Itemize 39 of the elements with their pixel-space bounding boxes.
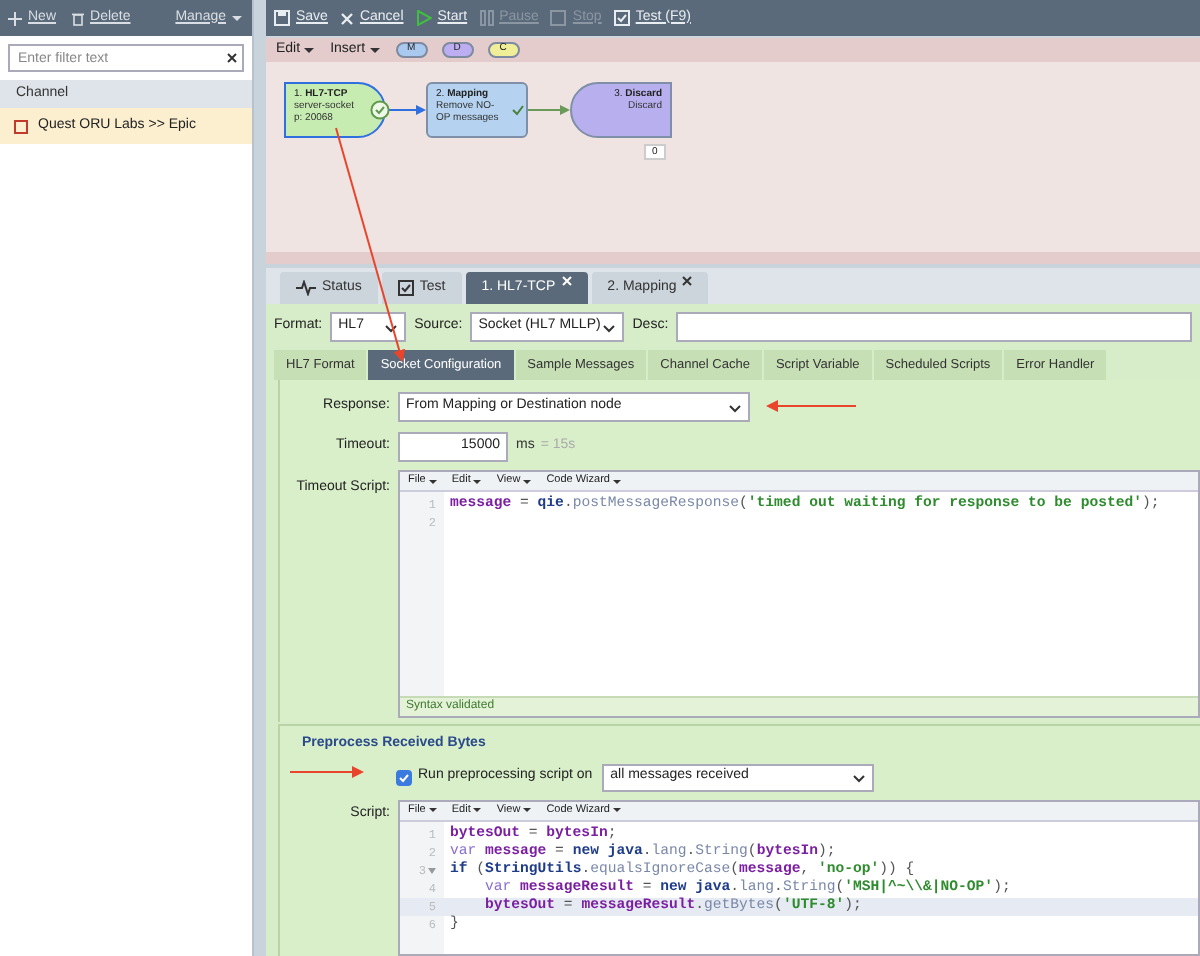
caret-icon — [522, 806, 533, 814]
checkbox-icon — [397, 280, 414, 296]
play-icon — [415, 10, 432, 26]
caret-icon — [302, 44, 317, 56]
check-icon — [512, 104, 524, 116]
caret-icon — [427, 477, 438, 485]
pause-icon — [479, 10, 494, 26]
caret-icon — [611, 806, 622, 814]
annotation-arrow — [289, 766, 364, 778]
caret-icon — [611, 477, 622, 485]
caret-icon — [522, 477, 533, 485]
caret-icon — [852, 771, 867, 783]
caret-icon — [367, 44, 382, 56]
caret-icon — [230, 12, 244, 24]
connector-arrow — [385, 105, 426, 115]
caret-icon — [472, 806, 483, 814]
fold-icon[interactable] — [428, 867, 436, 873]
check-icon — [370, 100, 390, 120]
description-field[interactable] — [676, 312, 1192, 342]
caret-icon — [384, 321, 399, 333]
clear-icon[interactable] — [226, 52, 238, 64]
trash-icon — [72, 11, 85, 25]
caret-icon — [472, 477, 483, 485]
plus-icon — [8, 11, 22, 25]
code-editor[interactable] — [398, 799, 1200, 956]
checkmark-icon — [398, 771, 410, 783]
caret-icon — [427, 806, 438, 814]
close-icon[interactable] — [682, 276, 693, 286]
stop-icon — [550, 10, 567, 26]
annotation-arrow — [766, 400, 857, 412]
connector-arrow — [527, 105, 570, 115]
caret-icon — [728, 401, 742, 413]
channel-icon — [14, 119, 28, 133]
save-icon — [274, 10, 290, 26]
checkbox[interactable] — [396, 769, 412, 785]
checkbox-icon — [613, 10, 630, 26]
caret-icon — [602, 321, 617, 333]
pulse-icon — [296, 280, 316, 296]
close-icon — [339, 11, 354, 25]
